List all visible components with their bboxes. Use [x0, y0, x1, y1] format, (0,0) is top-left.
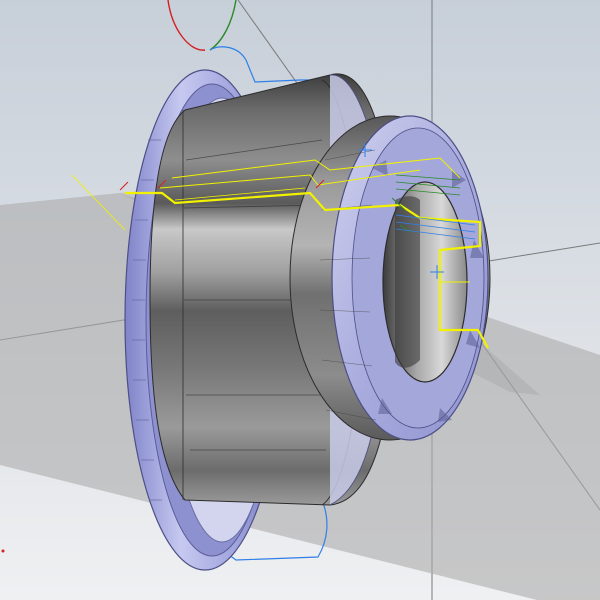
cad-scene[interactable] [0, 0, 600, 600]
cad-3d-viewport[interactable] [0, 0, 600, 600]
front-hub-ring [289, 115, 491, 441]
origin-marker [1, 549, 5, 553]
